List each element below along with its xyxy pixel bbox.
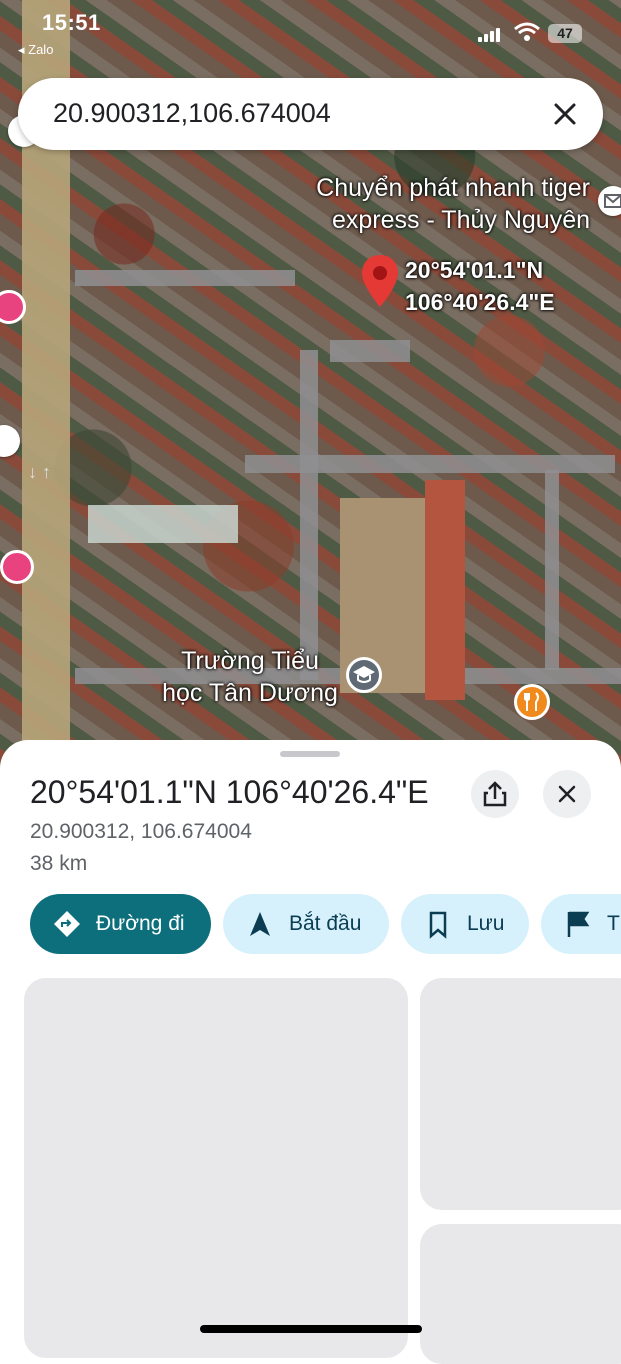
photo-placeholder[interactable] — [24, 978, 408, 1358]
school-building — [425, 480, 465, 700]
building — [88, 505, 238, 543]
status-bar: 15:51 ◂ Zalo 47 — [0, 0, 621, 57]
place-label-line-1: Chuyển phát nhanh tiger — [316, 174, 590, 202]
road — [300, 350, 318, 680]
hotel-icon[interactable] — [0, 550, 34, 584]
directions-icon — [54, 911, 80, 937]
navigation-arrow-icon — [250, 912, 270, 936]
close-icon — [558, 785, 576, 803]
road — [330, 340, 410, 362]
pin-label-lng: 106°40'26.4"E — [405, 289, 555, 315]
school-label[interactable]: Trường Tiểu học Tân Dương — [155, 645, 345, 709]
place-label[interactable]: Chuyển phát nhanh tiger express - Thủy N… — [288, 172, 590, 236]
pin-coordinates-label: 20°54'01.1"N 106°40'26.4"E — [405, 254, 555, 318]
school-label-line-2: học Tân Dương — [162, 679, 338, 707]
action-chips: Đường đi Bắt đầu Lưu T — [30, 894, 621, 954]
school-icon[interactable] — [346, 657, 382, 693]
label-label: T — [607, 912, 620, 935]
traffic-direction-icon: ↓ ↑ — [28, 462, 52, 482]
save-label: Lưu — [467, 912, 505, 935]
home-indicator[interactable] — [200, 1325, 422, 1333]
wifi-icon — [514, 22, 540, 41]
cellular-signal-icon — [478, 28, 500, 42]
map-marker-icon[interactable] — [0, 425, 20, 457]
directions-label: Đường đi — [96, 912, 185, 935]
bookmark-icon — [429, 911, 447, 939]
pin-label-lat: 20°54'01.1"N — [405, 257, 544, 283]
search-bar[interactable]: 20.900312,106.674004 — [18, 78, 603, 150]
restaurant-icon[interactable] — [514, 684, 550, 720]
road — [75, 270, 295, 286]
photo-placeholder[interactable] — [420, 978, 621, 1210]
search-input[interactable]: 20.900312,106.674004 — [53, 98, 331, 129]
start-button[interactable]: Bắt đầu — [223, 894, 389, 954]
road — [545, 470, 559, 670]
clear-search-icon[interactable] — [547, 96, 583, 132]
share-icon — [483, 781, 507, 807]
photo-placeholder[interactable] — [420, 1224, 621, 1364]
label-button[interactable]: T — [541, 894, 621, 954]
start-label: Bắt đầu — [289, 912, 362, 935]
save-button[interactable]: Lưu — [401, 894, 529, 954]
school-label-line-1: Trường Tiểu — [181, 647, 319, 675]
sheet-drag-handle[interactable] — [280, 751, 340, 757]
battery-indicator: 47 — [548, 24, 582, 43]
mail-icon[interactable] — [598, 186, 621, 216]
place-label-line-2: express - Thủy Nguyên — [332, 206, 590, 234]
status-time: 15:51 — [42, 10, 101, 35]
place-details-sheet[interactable]: 20°54'01.1"N 106°40'26.4"E 20.900312, 10… — [0, 740, 621, 1364]
coordinates-title: 20°54'01.1"N 106°40'26.4"E — [30, 774, 429, 810]
close-sheet-button[interactable] — [543, 770, 591, 818]
road — [245, 455, 615, 473]
decimal-coordinates: 20.900312, 106.674004 — [30, 820, 252, 843]
distance-text: 38 km — [30, 852, 88, 875]
directions-button[interactable]: Đường đi — [30, 894, 211, 954]
location-pin-icon[interactable] — [360, 253, 400, 314]
back-to-app-link[interactable]: ◂ Zalo — [18, 42, 53, 58]
flag-icon — [567, 911, 590, 937]
share-button[interactable] — [471, 770, 519, 818]
